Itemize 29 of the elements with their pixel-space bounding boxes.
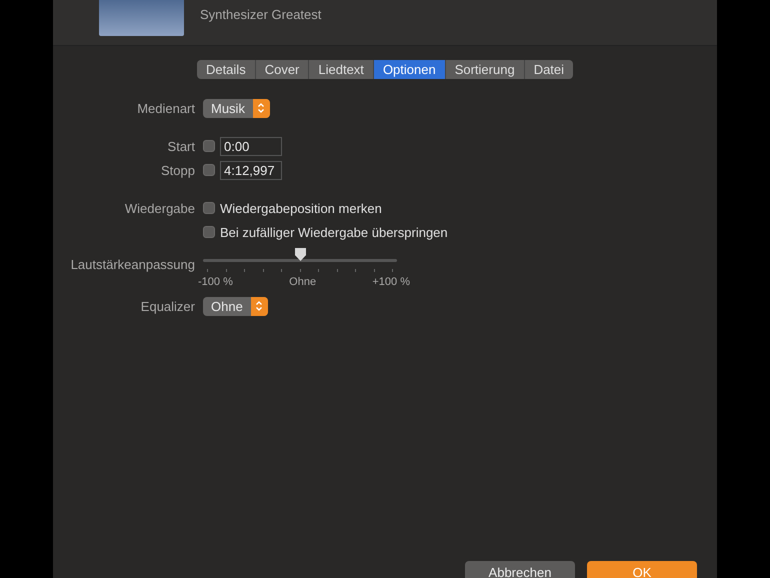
equalizer-popup[interactable]: Ohne <box>203 296 268 316</box>
tab[interactable]: Sortierung <box>444 60 524 79</box>
tab[interactable]: Liedtext <box>308 60 373 79</box>
field-label: Stopp <box>160 162 195 178</box>
checkbox[interactable] <box>203 226 215 238</box>
time-field[interactable]: 4:12,997 <box>220 160 282 180</box>
album-title: Synthesizer Greatest <box>200 7 322 24</box>
chevron-up-down-icon <box>257 102 266 114</box>
checkbox-label: Bei zufälliger Wiedergabe überspringen <box>220 224 448 240</box>
field-label: Lautstärkeanpassung <box>70 256 195 272</box>
slider-min-label: -100 % <box>198 276 233 290</box>
checkbox-label: Wiedergabeposition merken <box>220 200 382 216</box>
chevron-up-down-icon <box>255 300 264 312</box>
field-label: Start <box>166 138 195 154</box>
tab[interactable]: Optionen <box>372 60 445 79</box>
field-label: Wiedergabe <box>124 200 195 216</box>
slider-max-label: +100 % <box>372 276 410 290</box>
tab[interactable]: Datei <box>524 60 574 79</box>
tab[interactable]: Details <box>196 60 255 79</box>
field-label: Medienart <box>136 100 195 116</box>
checkbox[interactable] <box>203 164 215 176</box>
cancel-button[interactable]: Abbrechen <box>465 561 575 578</box>
checkbox[interactable] <box>203 202 215 214</box>
media-type-popup[interactable]: Musik <box>203 98 270 118</box>
time-field[interactable]: 0:00 <box>220 136 282 156</box>
field-label: Equalizer <box>140 298 195 314</box>
slider-mid-label: Ohne <box>289 276 316 290</box>
checkbox[interactable] <box>203 140 215 152</box>
tab[interactable]: Cover <box>254 60 308 79</box>
